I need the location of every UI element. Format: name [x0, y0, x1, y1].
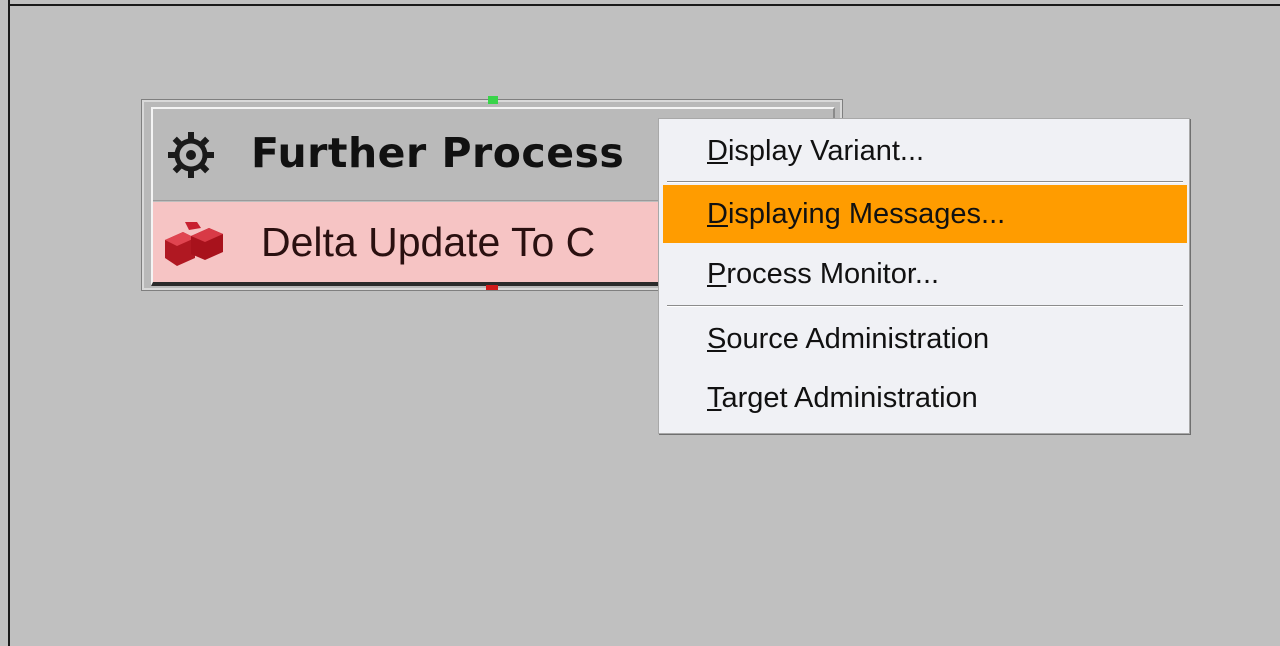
menu-item-label: arget Administration [721, 382, 978, 414]
menu-item-source-administration[interactable]: Source Administration [663, 310, 1187, 368]
menu-item-mnemonic: T [707, 382, 722, 414]
menu-item-mnemonic: D [707, 135, 728, 167]
gear-icon [168, 132, 214, 178]
menu-item-displaying-messages[interactable]: Displaying Messages... [663, 185, 1187, 243]
menu-item-display-variant[interactable]: Display Variant... [663, 122, 1187, 180]
menu-item-label: isplay Variant... [727, 135, 925, 167]
menu-separator [667, 181, 1183, 183]
menu-item-label: ource Administration [726, 323, 990, 355]
output-connector[interactable] [486, 285, 498, 290]
menu-item-target-administration[interactable]: Target Administration [663, 369, 1187, 427]
menu-item-process-monitor[interactable]: Process Monitor... [663, 245, 1187, 303]
menu-item-label: rocess Monitor... [726, 258, 940, 290]
frame-border [8, 4, 1280, 6]
menu-item-mnemonic: D [707, 198, 728, 230]
data-transfer-process-icon [165, 222, 223, 266]
menu-separator [667, 305, 1183, 307]
process-chain-canvas[interactable]: Further Process Delta Update To C Displa… [0, 0, 1280, 646]
process-node-title: Further Process [251, 129, 625, 177]
frame-border [8, 0, 10, 646]
menu-item-mnemonic: S [707, 323, 727, 355]
process-node-subtitle: Delta Update To C [261, 219, 596, 265]
context-menu: Display Variant... Displaying Messages..… [658, 118, 1190, 434]
menu-item-label: isplaying Messages... [727, 198, 1006, 230]
input-connector[interactable] [488, 96, 498, 104]
menu-item-mnemonic: P [707, 258, 727, 290]
